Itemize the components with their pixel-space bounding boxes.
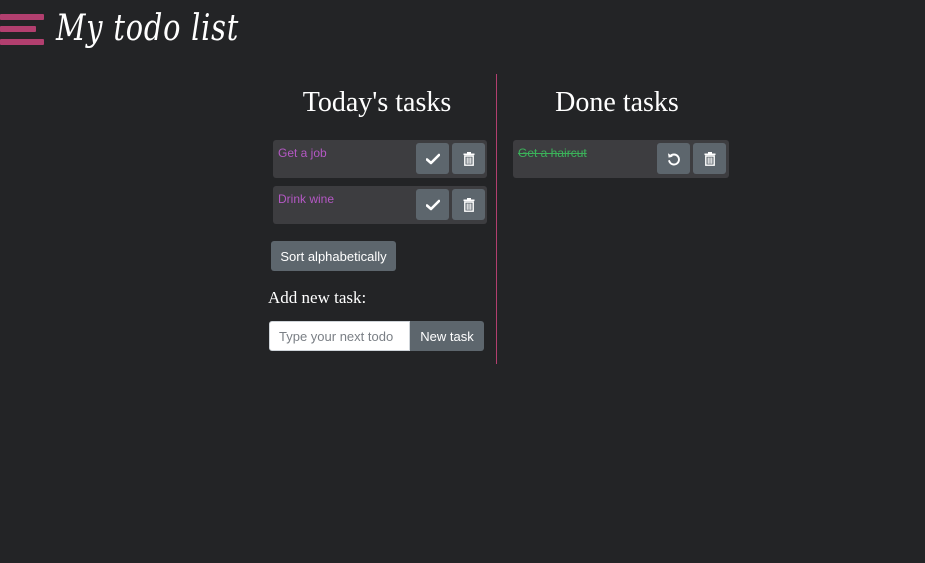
new-task-button[interactable]: New task bbox=[410, 321, 484, 351]
task-label: Get a job bbox=[278, 146, 327, 160]
add-task-label: Add new task: bbox=[268, 288, 367, 307]
check-icon bbox=[425, 153, 440, 164]
complete-task-button[interactable] bbox=[416, 189, 449, 220]
column-divider bbox=[496, 74, 497, 364]
todo-task-card: Get a job bbox=[273, 140, 487, 178]
today-tasks-heading: Today's tasks bbox=[302, 87, 452, 118]
new-task-input[interactable] bbox=[269, 321, 410, 351]
undo-icon bbox=[667, 152, 680, 165]
done-task-card: Get a haircut bbox=[513, 140, 729, 178]
delete-task-button[interactable] bbox=[693, 143, 726, 174]
trash-icon bbox=[704, 151, 715, 166]
sort-alphabetically-button[interactable]: Sort alphabetically bbox=[271, 241, 396, 271]
app-title: My todo list bbox=[56, 8, 240, 49]
delete-task-button[interactable] bbox=[452, 143, 485, 174]
task-label: Get a haircut bbox=[518, 146, 587, 160]
todo-task-card: Drink wine bbox=[273, 186, 487, 224]
done-tasks-heading: Done tasks bbox=[555, 87, 679, 118]
complete-task-button[interactable] bbox=[416, 143, 449, 174]
undo-task-button[interactable] bbox=[657, 143, 690, 174]
trash-icon bbox=[463, 197, 474, 212]
hamburger-menu-icon[interactable] bbox=[0, 10, 44, 46]
trash-icon bbox=[463, 151, 474, 166]
app-page: My todo list Today's tasks Get a job Dri… bbox=[0, 0, 925, 563]
check-icon bbox=[425, 199, 440, 210]
delete-task-button[interactable] bbox=[452, 189, 485, 220]
task-label: Drink wine bbox=[278, 192, 335, 206]
